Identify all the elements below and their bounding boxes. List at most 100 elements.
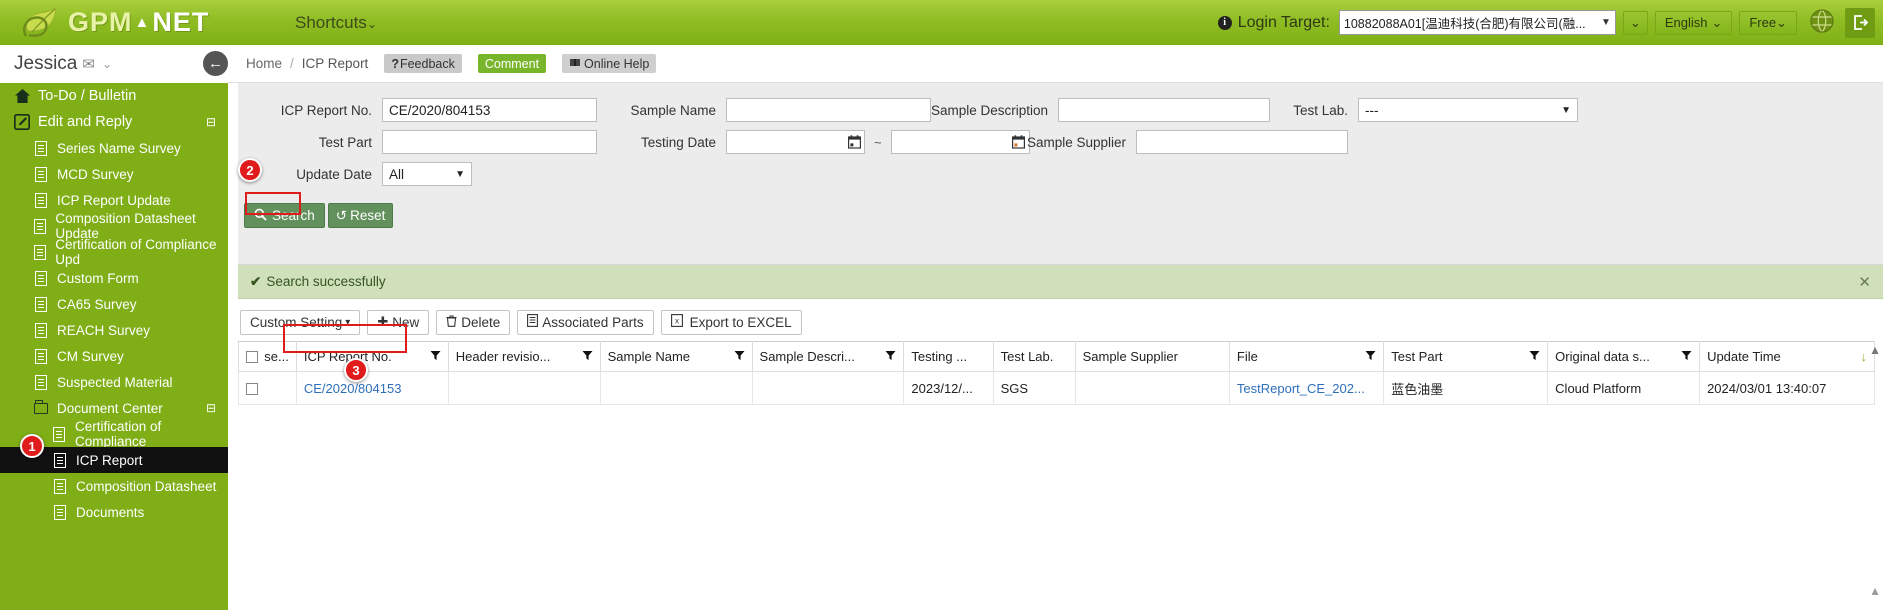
sidebar-item-mcd-survey[interactable]: MCD Survey <box>0 161 228 187</box>
calendar-icon[interactable] <box>844 130 865 154</box>
icp-report-no-input[interactable]: CE/2020/804153 <box>382 98 597 122</box>
login-target-select[interactable]: 10882088A01[温迪科技(合肥)有限公司(融... ▼ <box>1338 10 1616 35</box>
column-header-sample-supplier[interactable]: Sample Supplier <box>1074 341 1230 372</box>
document-icon <box>50 504 70 520</box>
column-header-header-revisio[interactable]: Header revisio... <box>447 341 601 372</box>
delete-button[interactable]: Delete <box>436 309 511 335</box>
shortcuts-label: Shortcuts <box>295 12 367 32</box>
reset-button[interactable]: ↺ Reset <box>327 203 394 228</box>
plan-label: Free <box>1749 15 1777 30</box>
sidebar-item-label: Certification of Compliance Upd <box>55 237 217 267</box>
icp-report-no-label: ICP Report No. <box>280 102 372 118</box>
sidebar-item-document-center[interactable]: Document Center ⊟ <box>0 395 228 421</box>
collapse-toggle-icon[interactable]: ⊟ <box>206 401 216 415</box>
sidebar-item-label: Document Center <box>57 400 163 416</box>
filter-icon[interactable] <box>885 350 896 364</box>
table-header-row: se... ICP Report No. Header revisio... Samp… <box>238 341 1875 372</box>
sidebar-item-ca65-survey[interactable]: CA65 Survey <box>0 291 228 317</box>
sort-arrow-icon[interactable]: ↓ <box>1861 349 1868 364</box>
row-checkbox[interactable] <box>246 383 258 396</box>
chevron-down-icon: ▼ <box>455 168 465 180</box>
login-target-dropdown-button[interactable]: ⌄ <box>1622 10 1648 35</box>
column-header-test-lab[interactable]: Test Lab. <box>992 341 1076 372</box>
column-header-test-part[interactable]: Test Part <box>1383 341 1549 372</box>
sidebar-item-custom-form[interactable]: Custom Form <box>0 265 228 291</box>
chevron-down-icon: ▾ <box>345 316 351 328</box>
sidebar-item-certification-of-compliance-upd[interactable]: Certification of Compliance Upd <box>0 237 228 267</box>
custom-setting-button[interactable]: Custom Setting ▾ <box>240 309 361 335</box>
update-date-select[interactable]: All ▼ <box>382 162 472 186</box>
column-header-update-time[interactable]: Update Time ↓ <box>1699 341 1875 372</box>
scroll-down-arrow[interactable]: ▲ <box>1869 584 1881 598</box>
filter-icon[interactable] <box>582 350 593 364</box>
chevron-down-icon[interactable]: ⌄ <box>102 57 112 71</box>
testing-date-label: Testing Date <box>640 134 716 150</box>
comment-button[interactable]: Comment <box>477 54 547 73</box>
sidebar-item-composition-datasheet[interactable]: Composition Datasheet <box>0 473 228 499</box>
sidebar-item-to-do-bulletin[interactable]: To-Do / Bulletin <box>0 83 228 109</box>
filter-icon[interactable] <box>1681 350 1692 364</box>
column-header-label: Sample Name <box>607 349 691 364</box>
filter-icon[interactable] <box>1529 350 1540 364</box>
sample-name-input[interactable] <box>726 98 931 122</box>
sample-description-input[interactable] <box>1058 98 1270 122</box>
testing-date-to-input[interactable] <box>890 130 1009 154</box>
edit-icon <box>12 114 32 130</box>
collapse-toggle-icon[interactable]: ⊟ <box>206 115 216 129</box>
associated-parts-button[interactable]: Associated Parts <box>517 309 654 335</box>
column-header-original-data-s[interactable]: Original data s... <box>1547 341 1701 372</box>
column-header-sample-descri[interactable]: Sample Descri... <box>751 341 905 372</box>
row-select-cell[interactable] <box>238 371 297 405</box>
sidebar-item-suspected-material[interactable]: Suspected Material <box>0 369 228 395</box>
close-icon[interactable]: ✕ <box>1858 273 1871 291</box>
sidebar-item-documents[interactable]: Documents <box>0 499 228 525</box>
cell-sample-name <box>599 371 753 405</box>
filter-icon[interactable] <box>734 350 745 364</box>
icp-report-no-link[interactable]: CE/2020/804153 <box>304 381 402 396</box>
app-logo[interactable]: GPM ▲ NET <box>0 0 240 45</box>
sidebar-item-composition-datasheet-update[interactable]: Composition Datasheet Update <box>0 211 228 241</box>
sidebar-user-bar[interactable]: Jessica ✉ ⌄ <box>0 45 228 83</box>
feedback-button[interactable]: ? Feedback <box>384 54 462 73</box>
chevron-down-icon: ⌄ <box>1711 14 1723 30</box>
column-header-file[interactable]: File <box>1228 341 1385 372</box>
sidebar-item-icp-report-update[interactable]: ICP Report Update <box>0 187 228 213</box>
sidebar-item-cm-survey[interactable]: CM Survey <box>0 343 228 369</box>
sidebar-item-label: ICP Report <box>76 452 143 468</box>
logout-button[interactable] <box>1845 7 1875 38</box>
table-row[interactable]: CE/2020/804153 2023/12/... SGS TestReport_C… <box>238 371 1875 405</box>
sidebar-item-reach-survey[interactable]: REACH Survey <box>0 317 228 343</box>
column-header-sample-name[interactable]: Sample Name <box>599 341 753 372</box>
export-to-excel-button[interactable]: x Export to EXCEL <box>660 309 802 335</box>
sidebar-item-edit-and-reply[interactable]: Edit and Reply ⊟ <box>0 109 228 135</box>
envelope-icon[interactable]: ✉ <box>82 55 95 73</box>
cell-file[interactable]: TestReport_CE_202... <box>1228 371 1385 405</box>
test-part-input[interactable] <box>382 130 597 154</box>
language-selector[interactable]: English ⌄ <box>1654 10 1733 35</box>
column-header-icp-report-no[interactable]: ICP Report No. <box>295 341 449 372</box>
select-all-checkbox[interactable] <box>246 350 258 363</box>
file-link[interactable]: TestReport_CE_202... <box>1237 381 1365 396</box>
shortcuts-menu[interactable]: Shortcuts⌄ <box>295 13 377 33</box>
scroll-up-arrow[interactable]: ▲ <box>1869 343 1881 357</box>
cell-icp-report-no[interactable]: CE/2020/804153 <box>295 371 449 405</box>
sidebar-collapse-button[interactable]: ← <box>201 49 230 78</box>
globe-icon[interactable] <box>1809 8 1835 38</box>
sidebar-item-label: MCD Survey <box>57 166 134 182</box>
online-help-button[interactable]: Online Help <box>562 54 657 73</box>
sidebar-item-label: REACH Survey <box>57 322 151 338</box>
sample-supplier-input[interactable] <box>1136 130 1348 154</box>
column-header-se[interactable]: se... <box>238 341 297 372</box>
annotation-badge-1: 1 <box>20 434 44 458</box>
filter-icon[interactable] <box>1365 350 1376 364</box>
test-lab-select[interactable]: --- ▼ <box>1358 98 1578 122</box>
new-button[interactable]: ✚ New <box>367 309 430 335</box>
plan-selector[interactable]: Free ⌄ <box>1739 10 1797 35</box>
breadcrumb-home[interactable]: Home <box>246 56 282 71</box>
search-button[interactable]: Search <box>244 203 325 228</box>
filter-icon[interactable] <box>430 350 441 364</box>
sample-description-label: Sample Description <box>930 102 1048 118</box>
column-header-testing[interactable]: Testing ... <box>903 341 994 372</box>
sidebar-item-series-name-survey[interactable]: Series Name Survey <box>0 135 228 161</box>
testing-date-from-input[interactable] <box>726 130 844 154</box>
